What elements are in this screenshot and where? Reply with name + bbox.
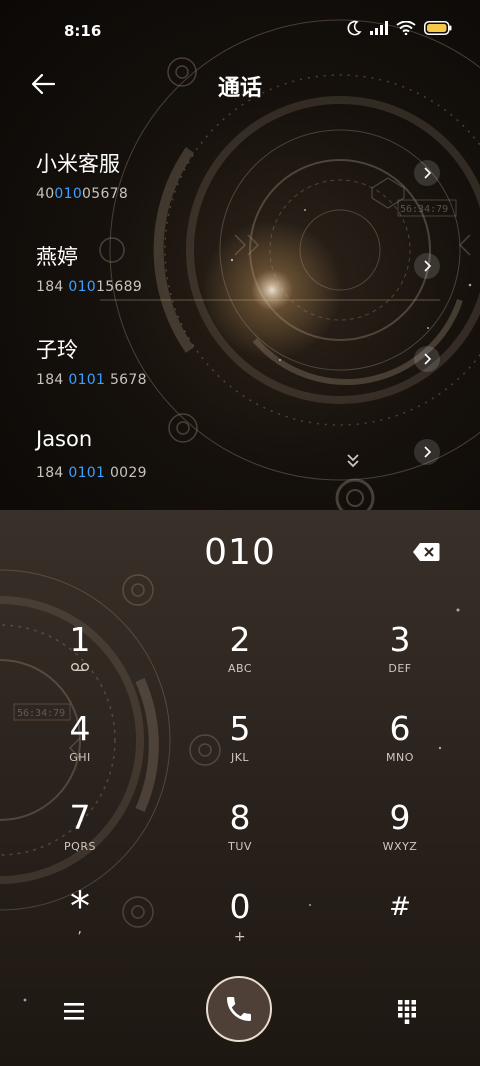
key-letters: + xyxy=(233,929,247,945)
status-bar: 8:16 xyxy=(0,0,480,62)
key-3[interactable]: 3 DEF xyxy=(340,620,460,700)
chevron-right-icon xyxy=(424,446,432,458)
contact-name: 燕婷 xyxy=(36,245,78,269)
dialer-screen: 56:34:79 8:16 通话 小米客服 4001005678 燕婷 184 … xyxy=(0,0,480,1066)
chevron-right-icon xyxy=(424,353,432,365)
key-letters: DEF xyxy=(388,662,412,675)
menu-icon xyxy=(64,1003,84,1020)
expand-list-button[interactable] xyxy=(345,453,361,473)
contact-name: 子玲 xyxy=(36,338,78,362)
status-icons xyxy=(346,20,452,36)
contact-item[interactable]: 小米客服 4001005678 xyxy=(0,148,480,228)
key-hash[interactable]: # xyxy=(340,887,460,967)
key-digit: 5 xyxy=(229,709,251,748)
voicemail-icon xyxy=(20,662,140,676)
key-8[interactable]: 8 TUV xyxy=(180,798,300,878)
contact-name: 小米客服 xyxy=(36,152,120,176)
contact-item[interactable]: 燕婷 184 01015689 xyxy=(0,241,480,321)
key-letters xyxy=(340,929,460,943)
backspace-icon xyxy=(413,543,440,561)
page-title: 通话 xyxy=(217,76,262,101)
contact-number: 4001005678 xyxy=(36,186,129,202)
contact-detail-button[interactable] xyxy=(414,346,440,372)
key-4[interactable]: 4 GHI xyxy=(20,709,140,789)
key-letters: ABC xyxy=(227,662,253,675)
key-digit: 8 xyxy=(229,798,251,837)
key-star[interactable]: * , xyxy=(20,887,140,967)
contact-detail-button[interactable] xyxy=(414,253,440,279)
key-letters: GHI xyxy=(69,751,91,764)
wifi-icon xyxy=(396,21,416,35)
key-digit: 3 xyxy=(389,620,411,659)
key-digit: # xyxy=(389,892,411,922)
contact-detail-button[interactable] xyxy=(414,160,440,186)
key-digit: 1 xyxy=(69,620,91,659)
title-bar: 通话 xyxy=(0,62,480,106)
key-5[interactable]: 5 JKL xyxy=(180,709,300,789)
key-digit: 9 xyxy=(389,798,411,837)
moon-icon xyxy=(347,20,362,36)
key-digit: 2 xyxy=(229,620,251,659)
signal-icon xyxy=(370,21,388,35)
key-1[interactable]: 1 xyxy=(20,620,140,700)
phone-icon xyxy=(227,997,251,1021)
key-0[interactable]: 0 + xyxy=(180,887,300,967)
key-letters: TUV xyxy=(228,840,252,853)
key-digit: 0 xyxy=(229,887,251,926)
key-letters: MNO xyxy=(386,751,414,764)
key-digit: 7 xyxy=(69,798,91,837)
dialpad-icon xyxy=(398,1000,416,1024)
key-letters: WXYZ xyxy=(382,840,418,853)
backspace-button[interactable] xyxy=(412,542,440,562)
key-9[interactable]: 9 WXYZ xyxy=(340,798,460,878)
key-letters: JKL xyxy=(230,751,250,764)
key-7[interactable]: 7 PQRS xyxy=(20,798,140,878)
double-chevron-down-icon xyxy=(347,454,359,468)
contact-number: 184 0101 5678 xyxy=(36,372,147,388)
call-button[interactable] xyxy=(206,976,272,1042)
search-results-panel: 56:34:79 8:16 通话 小米客服 4001005678 燕婷 184 … xyxy=(0,0,480,510)
contact-name: Jason xyxy=(36,427,93,451)
contact-item[interactable]: 子玲 184 0101 5678 xyxy=(0,334,480,414)
contact-number: 184 01015689 xyxy=(36,279,143,295)
dialed-number-display: 010 xyxy=(204,532,276,573)
chevron-right-icon xyxy=(424,167,432,179)
key-digit: 6 xyxy=(389,709,411,748)
keypad-toggle-button[interactable] xyxy=(394,998,420,1024)
key-2[interactable]: 2 ABC xyxy=(180,620,300,700)
key-letters: , xyxy=(77,921,83,937)
chevron-right-icon xyxy=(424,260,432,272)
dialpad-panel: 56:34:79 010 1 2 ABC 3 DEF 4 GHI 5 JKL 6… xyxy=(0,510,480,1066)
key-letters: PQRS xyxy=(64,840,96,853)
battery-icon xyxy=(424,21,452,35)
contact-detail-button[interactable] xyxy=(414,439,440,465)
menu-button[interactable] xyxy=(60,998,88,1024)
status-time: 8:16 xyxy=(64,22,102,40)
bottom-action-bar xyxy=(0,976,480,1044)
key-digit: 4 xyxy=(69,709,91,748)
key-6[interactable]: 6 MNO xyxy=(340,709,460,789)
contact-number: 184 0101 0029 xyxy=(36,465,147,481)
contact-item[interactable]: Jason 184 0101 0029 xyxy=(0,427,480,507)
